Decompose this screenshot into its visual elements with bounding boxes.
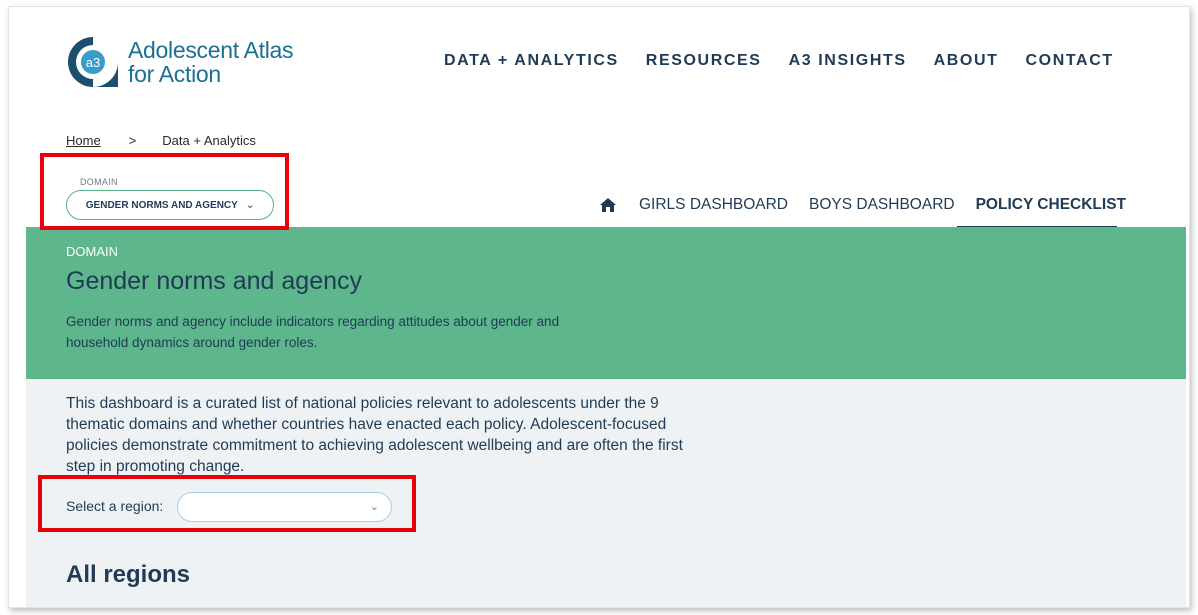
tab-boys-dashboard[interactable]: BOYS DASHBOARD: [809, 196, 955, 214]
dashboard-tabs: GIRLS DASHBOARD BOYS DASHBOARD POLICY CH…: [599, 196, 1147, 214]
nav-contact[interactable]: CONTACT: [1026, 52, 1114, 70]
brand-name: Adolescent Atlas for Action: [128, 37, 294, 87]
highlight-box-domain: [40, 153, 289, 230]
highlight-box-region: [38, 475, 416, 532]
main-nav: DATA + ANALYTICS RESOURCES A3 INSIGHTS A…: [444, 52, 1141, 70]
breadcrumb: Home > Data + Analytics: [66, 133, 256, 148]
breadcrumb-separator: >: [128, 133, 137, 148]
nav-a3-insights[interactable]: A3 INSIGHTS: [789, 52, 907, 70]
tab-policy-checklist[interactable]: POLICY CHECKLIST: [976, 196, 1126, 214]
banner-description: Gender norms and agency include indicato…: [66, 314, 560, 350]
section-heading: All regions: [66, 561, 191, 588]
breadcrumb-current: Data + Analytics: [162, 133, 256, 148]
page-title: Gender norms and agency: [66, 267, 363, 295]
a3-logo-icon: a3: [68, 37, 118, 87]
intro-text: This dashboard is a curated list of nati…: [66, 395, 683, 475]
home-icon[interactable]: [599, 197, 617, 213]
nav-resources[interactable]: RESOURCES: [646, 52, 762, 70]
brand-name-line2: for Action: [128, 61, 221, 87]
site-logo[interactable]: a3 Adolescent Atlas for Action: [66, 35, 294, 89]
nav-about[interactable]: ABOUT: [934, 52, 999, 70]
brand-name-line1: Adolescent Atlas: [128, 37, 294, 63]
nav-data-analytics[interactable]: DATA + ANALYTICS: [444, 52, 619, 70]
logo-glyph: a3: [86, 55, 100, 70]
banner-kicker: DOMAIN: [66, 244, 118, 259]
domain-banner: DOMAIN Gender norms and agency Gender no…: [26, 227, 1186, 379]
breadcrumb-home[interactable]: Home: [66, 133, 101, 148]
tab-girls-dashboard[interactable]: GIRLS DASHBOARD: [639, 196, 788, 214]
